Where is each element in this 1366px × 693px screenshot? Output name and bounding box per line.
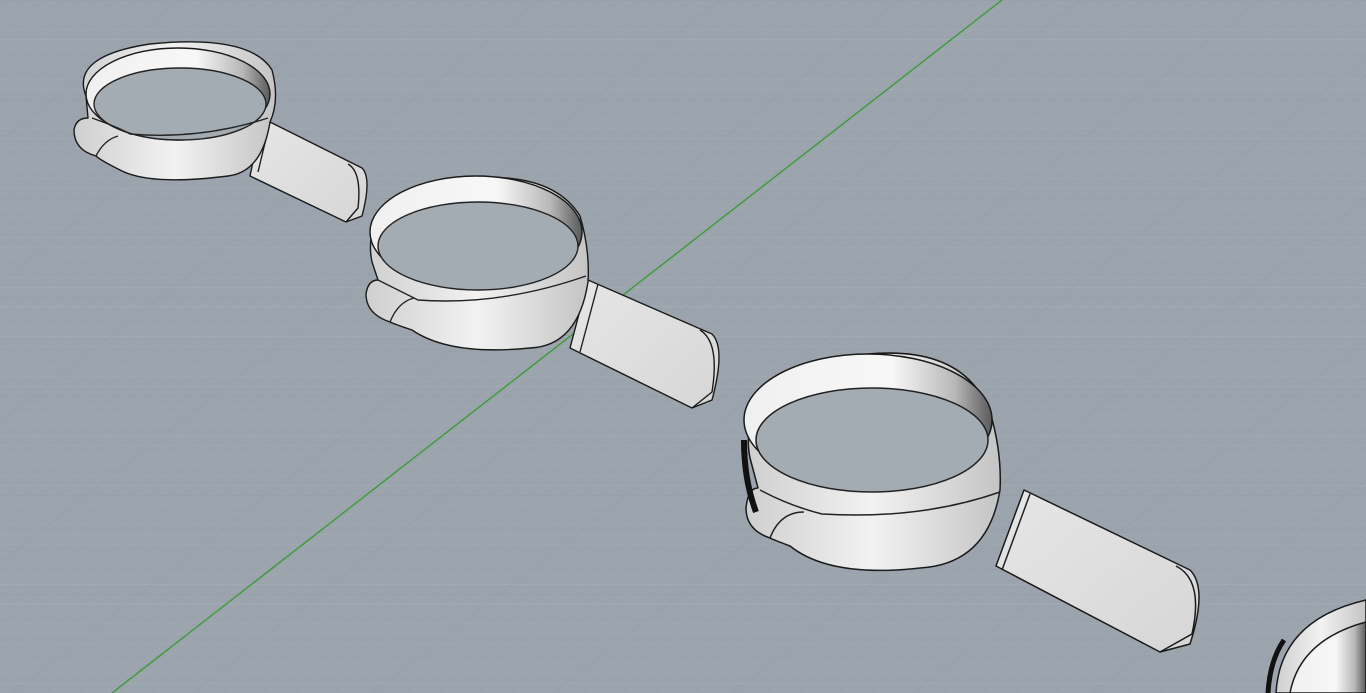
- part-2-ring-hole: [377, 201, 579, 291]
- part-3-ring-hole: [755, 387, 989, 493]
- viewport-canvas[interactable]: [0, 0, 1366, 693]
- 3d-viewport[interactable]: [0, 0, 1366, 693]
